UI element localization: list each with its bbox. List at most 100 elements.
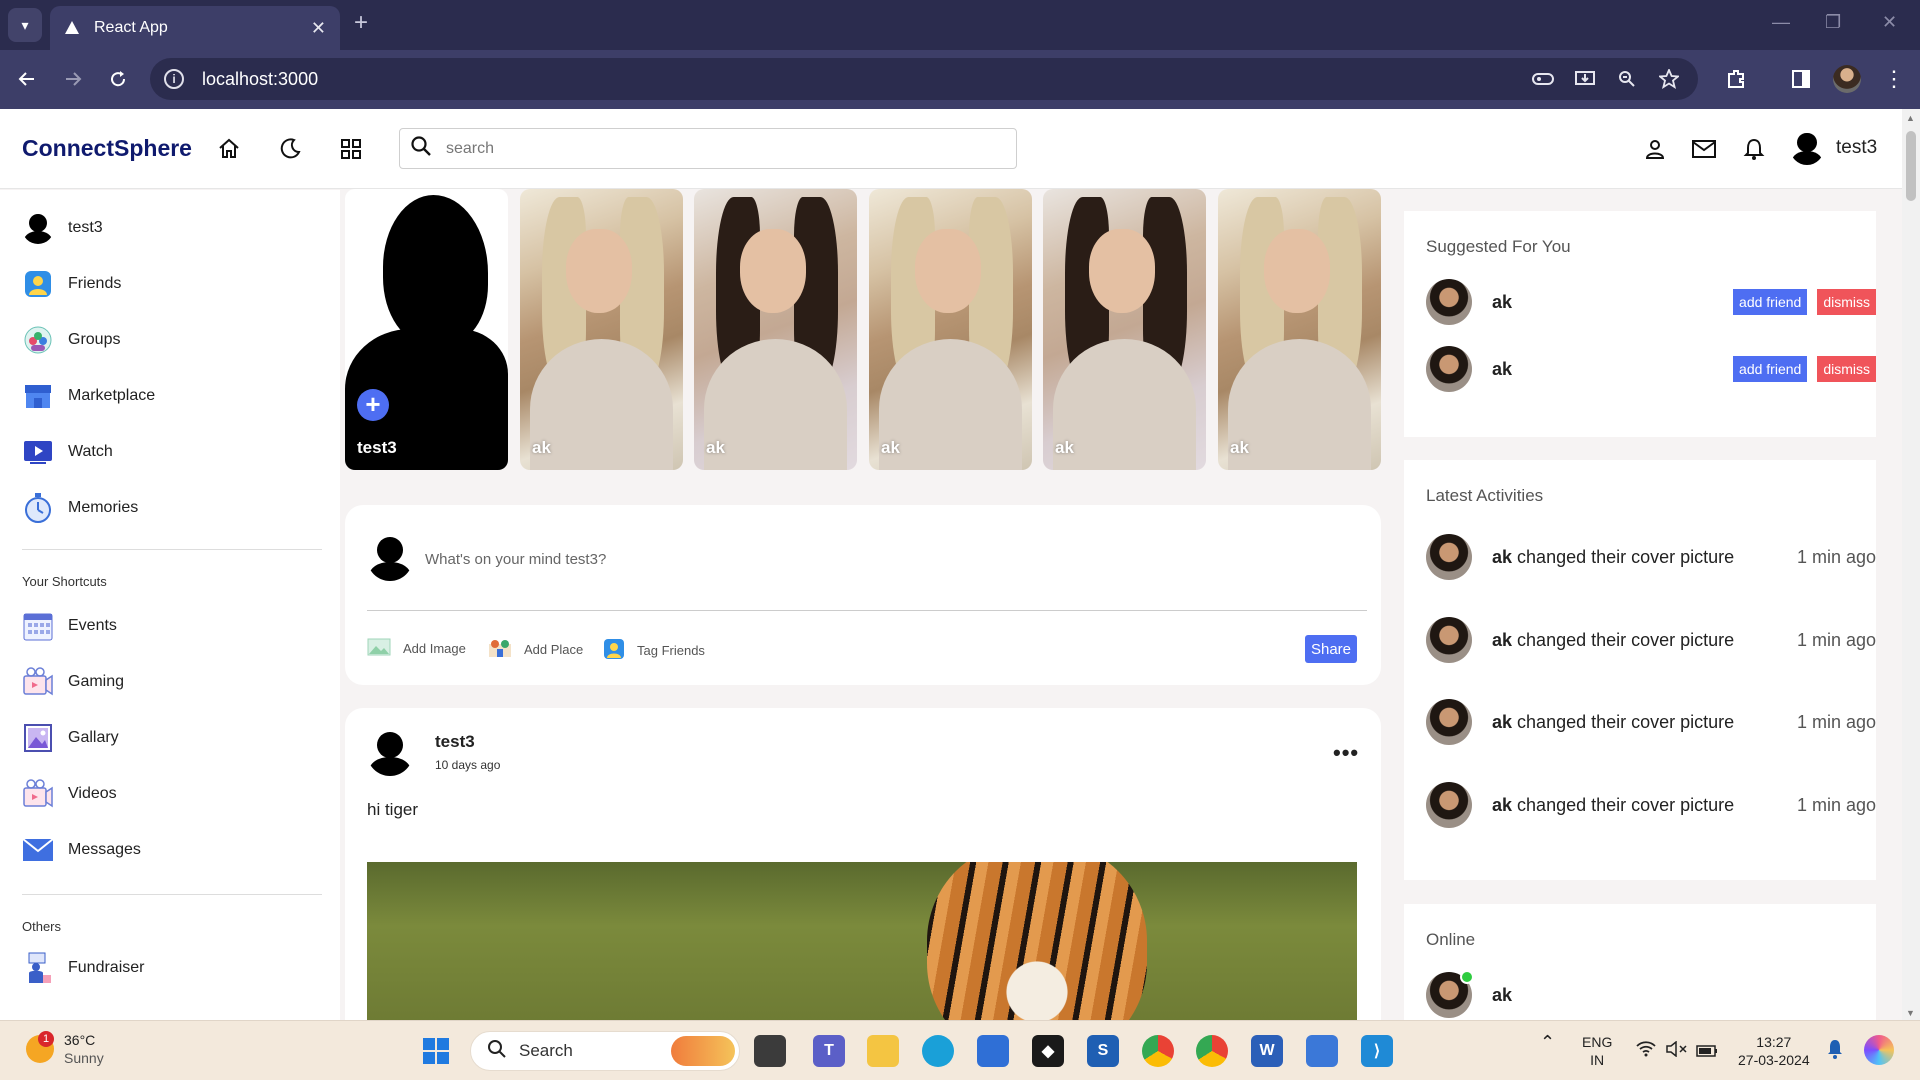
- notepad-icon[interactable]: [1306, 1035, 1338, 1067]
- sidebar-item-groups[interactable]: Groups: [22, 324, 120, 356]
- add-story-plus-icon[interactable]: +: [357, 389, 389, 421]
- scroll-up-icon[interactable]: ▲: [1906, 113, 1915, 123]
- extensions-icon[interactable]: [1722, 65, 1750, 93]
- activity-avatar[interactable]: [1426, 782, 1472, 828]
- zoom-icon[interactable]: [1616, 68, 1638, 90]
- activity-avatar[interactable]: [1426, 699, 1472, 745]
- notifications-bell-icon[interactable]: [1740, 135, 1768, 163]
- scroll-down-icon[interactable]: ▼: [1906, 1008, 1915, 1018]
- tab-close-icon[interactable]: ✕: [311, 18, 326, 39]
- window-close-icon[interactable]: ✕: [1882, 12, 1897, 33]
- sidebar-item-events[interactable]: Events: [22, 610, 117, 642]
- person-icon[interactable]: [1641, 135, 1669, 163]
- store-icon[interactable]: [977, 1035, 1009, 1067]
- dark-mode-icon[interactable]: [276, 135, 304, 163]
- post-author-name[interactable]: test3: [435, 732, 475, 752]
- activity-user[interactable]: ak: [1492, 630, 1512, 650]
- file-explorer-icon[interactable]: [867, 1035, 899, 1067]
- clock[interactable]: 13:27 27-03-2024: [1738, 1033, 1810, 1069]
- add-image-button[interactable]: Add Image: [367, 638, 466, 659]
- teams-icon[interactable]: T: [813, 1035, 845, 1067]
- suggestion-avatar[interactable]: [1426, 279, 1472, 325]
- weather-widget[interactable]: 1 36°C Sunny: [26, 1031, 104, 1067]
- dismiss-button[interactable]: dismiss: [1817, 289, 1876, 315]
- apps-grid-icon[interactable]: [337, 135, 365, 163]
- taskbar-search[interactable]: Search: [470, 1031, 740, 1071]
- story-card-own[interactable]: + test3: [345, 189, 508, 470]
- install-app-icon[interactable]: [1574, 68, 1596, 90]
- browser-tab[interactable]: React App ✕: [50, 6, 340, 50]
- windows-start-icon[interactable]: [420, 1035, 452, 1067]
- edge-icon[interactable]: [922, 1035, 954, 1067]
- word-icon[interactable]: W: [1251, 1035, 1283, 1067]
- mail-icon[interactable]: [1690, 135, 1718, 163]
- story-card[interactable]: ak: [1218, 189, 1381, 470]
- restore-icon[interactable]: ❐: [1825, 12, 1841, 33]
- sidebar-item-watch[interactable]: Watch: [22, 436, 113, 468]
- address-bar[interactable]: i localhost:3000: [150, 58, 1698, 100]
- sidebar-item-friends[interactable]: Friends: [22, 268, 121, 300]
- activity-avatar[interactable]: [1426, 617, 1472, 663]
- suggestion-name[interactable]: ak: [1492, 359, 1733, 380]
- add-friend-button[interactable]: add friend: [1733, 289, 1808, 315]
- side-panel-icon[interactable]: [1787, 65, 1815, 93]
- browser-menu-icon[interactable]: ⋮: [1880, 65, 1908, 93]
- sidebar-item-videos[interactable]: Videos: [22, 778, 117, 810]
- reload-icon[interactable]: [103, 64, 133, 94]
- new-tab-icon[interactable]: +: [354, 9, 368, 37]
- minimize-icon[interactable]: —: [1772, 12, 1790, 33]
- sidebar-item-profile[interactable]: test3: [22, 212, 103, 244]
- search-input[interactable]: [446, 139, 1006, 158]
- dismiss-button[interactable]: dismiss: [1817, 356, 1876, 382]
- activity-user[interactable]: ak: [1492, 547, 1512, 567]
- sidebar-item-memories[interactable]: Memories: [22, 492, 138, 524]
- chrome-profile-icon[interactable]: [1196, 1035, 1228, 1067]
- forward-icon[interactable]: [58, 64, 88, 94]
- notification-bell-icon[interactable]: [1826, 1039, 1844, 1063]
- story-card[interactable]: ak: [1043, 189, 1206, 470]
- profile-avatar[interactable]: [1833, 65, 1861, 93]
- vscode-icon[interactable]: ⟩: [1361, 1035, 1393, 1067]
- story-card[interactable]: ak: [694, 189, 857, 470]
- dropbox-icon[interactable]: ◆: [1032, 1035, 1064, 1067]
- sidebar-item-gaming[interactable]: Gaming: [22, 666, 124, 698]
- copilot-icon[interactable]: [1864, 1035, 1894, 1065]
- sidebar-item-gallery[interactable]: Gallary: [22, 722, 119, 754]
- story-card[interactable]: ak: [869, 189, 1032, 470]
- post-image[interactable]: [367, 862, 1357, 1022]
- tray-overflow-icon[interactable]: ⌃: [1540, 1033, 1555, 1051]
- sidebar-item-fundraiser[interactable]: Fundraiser: [22, 952, 144, 984]
- activity-user[interactable]: ak: [1492, 712, 1512, 732]
- tab-search-button[interactable]: ▾: [8, 8, 42, 42]
- sidebar-item-marketplace[interactable]: Marketplace: [22, 380, 155, 412]
- home-icon[interactable]: [215, 135, 243, 163]
- add-place-button[interactable]: Add Place: [488, 638, 583, 661]
- app-s-icon[interactable]: S: [1087, 1035, 1119, 1067]
- task-view-icon[interactable]: [754, 1035, 786, 1067]
- battery-icon[interactable]: [1696, 1043, 1718, 1061]
- activity-user[interactable]: ak: [1492, 795, 1512, 815]
- wifi-icon[interactable]: [1636, 1041, 1656, 1061]
- scroll-thumb[interactable]: [1906, 131, 1916, 201]
- back-icon[interactable]: [12, 64, 42, 94]
- user-menu[interactable]: test3: [1790, 131, 1877, 165]
- suggestion-name[interactable]: ak: [1492, 292, 1733, 313]
- chrome-icon[interactable]: [1142, 1035, 1174, 1067]
- suggestion-avatar[interactable]: [1426, 346, 1472, 392]
- page-scrollbar[interactable]: ▲ ▼: [1902, 109, 1920, 1020]
- add-friend-button[interactable]: add friend: [1733, 356, 1808, 382]
- activity-avatar[interactable]: [1426, 534, 1472, 580]
- post-author-avatar[interactable]: [367, 730, 413, 776]
- bookmark-star-icon[interactable]: [1658, 68, 1680, 90]
- share-button[interactable]: Share: [1305, 635, 1357, 663]
- site-info-icon[interactable]: i: [164, 69, 184, 89]
- tag-friends-button[interactable]: Tag Friends: [603, 638, 705, 663]
- language-indicator[interactable]: ENG IN: [1582, 1033, 1612, 1069]
- volume-muted-icon[interactable]: [1666, 1040, 1688, 1061]
- online-user-row[interactable]: ak: [1426, 970, 1876, 1018]
- story-card[interactable]: ak: [520, 189, 683, 470]
- composer-input[interactable]: [425, 551, 1125, 568]
- password-key-icon[interactable]: [1532, 68, 1554, 90]
- post-options-icon[interactable]: •••: [1333, 740, 1359, 766]
- app-logo[interactable]: ConnectSphere: [22, 135, 192, 162]
